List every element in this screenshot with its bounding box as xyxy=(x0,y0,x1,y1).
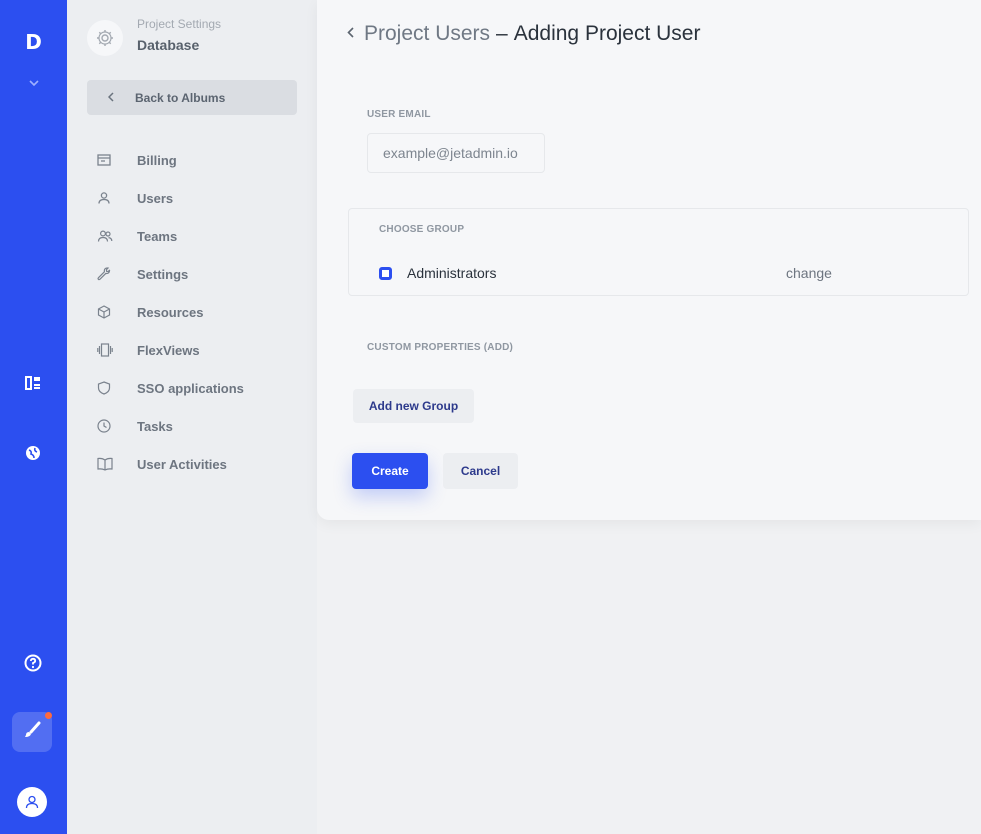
selected-group-row: Administrators change xyxy=(379,265,939,281)
sidebar-item-label: Settings xyxy=(137,266,189,282)
book-icon xyxy=(97,457,137,471)
breadcrumb-separator: – xyxy=(496,22,508,45)
settings-sidebar: Project Settings Database Back to Albums… xyxy=(67,0,317,834)
help-icon[interactable] xyxy=(18,648,48,678)
user-icon xyxy=(97,191,137,205)
email-field[interactable] xyxy=(367,133,545,173)
app-rail: D xyxy=(0,0,67,834)
sidebar-item-label: Users xyxy=(137,190,174,206)
selected-group-name: Administrators xyxy=(407,265,497,281)
wrench-icon xyxy=(97,267,137,281)
group-checkbox[interactable] xyxy=(379,266,392,280)
sidebar-item-label: Resources xyxy=(137,304,204,320)
flexviews-icon xyxy=(97,343,137,357)
sidebar-item-teams[interactable]: Teams xyxy=(97,217,244,255)
adding-user-form: Project Users – Adding Project User USER… xyxy=(317,0,981,520)
brush-icon xyxy=(23,721,41,743)
sidebar-item-resources[interactable]: Resources xyxy=(97,293,244,331)
chevron-left-icon[interactable] xyxy=(347,25,354,43)
section-title: Database xyxy=(137,37,200,53)
gear-icon xyxy=(87,20,123,56)
add-new-group-button[interactable]: Add new Group xyxy=(353,389,474,423)
billing-icon xyxy=(97,154,137,166)
custom-properties-label[interactable]: CUSTOM PROPERTIES (ADD) xyxy=(367,342,513,353)
breadcrumb-project-users-link[interactable]: Project Users xyxy=(364,22,490,46)
settings-menu: Billing Users Teams Settings Resources F… xyxy=(97,141,244,483)
sidebar-item-flexviews[interactable]: FlexViews xyxy=(97,331,244,369)
sidebar-item-tasks[interactable]: Tasks xyxy=(97,407,244,445)
sidebar-item-label: Teams xyxy=(137,228,178,244)
user-email-label: USER EMAIL xyxy=(367,109,431,120)
sidebar-item-users[interactable]: Users xyxy=(97,179,244,217)
sidebar-item-label: User Activities xyxy=(137,456,227,472)
shield-icon xyxy=(97,381,137,395)
sidebar-item-label: SSO applications xyxy=(137,380,244,396)
clock-icon xyxy=(97,419,137,433)
sidebar-item-label: Tasks xyxy=(137,418,173,434)
sidebar-item-label: FlexViews xyxy=(137,342,200,358)
teams-icon xyxy=(97,229,137,243)
create-button[interactable]: Create xyxy=(352,453,428,489)
choose-group-label: CHOOSE GROUP xyxy=(379,224,465,235)
sidebar-item-settings[interactable]: Settings xyxy=(97,255,244,293)
sidebar-item-billing[interactable]: Billing xyxy=(97,141,244,179)
back-to-albums-label: Back to Albums xyxy=(135,90,226,105)
choose-group-panel: CHOOSE GROUP Administrators change xyxy=(348,208,969,296)
section-label: Project Settings xyxy=(137,17,222,31)
cube-icon xyxy=(97,305,137,319)
sidebar-item-user-activities[interactable]: User Activities xyxy=(97,445,244,483)
page-title: Adding Project User xyxy=(513,22,701,45)
sidebar-item-sso-applications[interactable]: SSO applications xyxy=(97,369,244,407)
change-group-link[interactable]: change xyxy=(786,265,832,281)
back-to-albums-button[interactable]: Back to Albums xyxy=(87,80,297,115)
workspace-logo[interactable]: D xyxy=(0,30,67,54)
chevron-down-icon[interactable] xyxy=(0,72,67,91)
breadcrumb: Project Users – Adding Project User xyxy=(347,22,700,46)
sidebar-item-label: Billing xyxy=(137,152,177,168)
chevron-left-icon xyxy=(87,91,135,105)
cancel-button[interactable]: Cancel xyxy=(443,453,518,489)
dashboard-icon[interactable] xyxy=(18,368,48,398)
notification-dot xyxy=(45,712,52,719)
globe-icon[interactable] xyxy=(18,438,48,468)
user-avatar-icon[interactable] xyxy=(17,787,47,817)
